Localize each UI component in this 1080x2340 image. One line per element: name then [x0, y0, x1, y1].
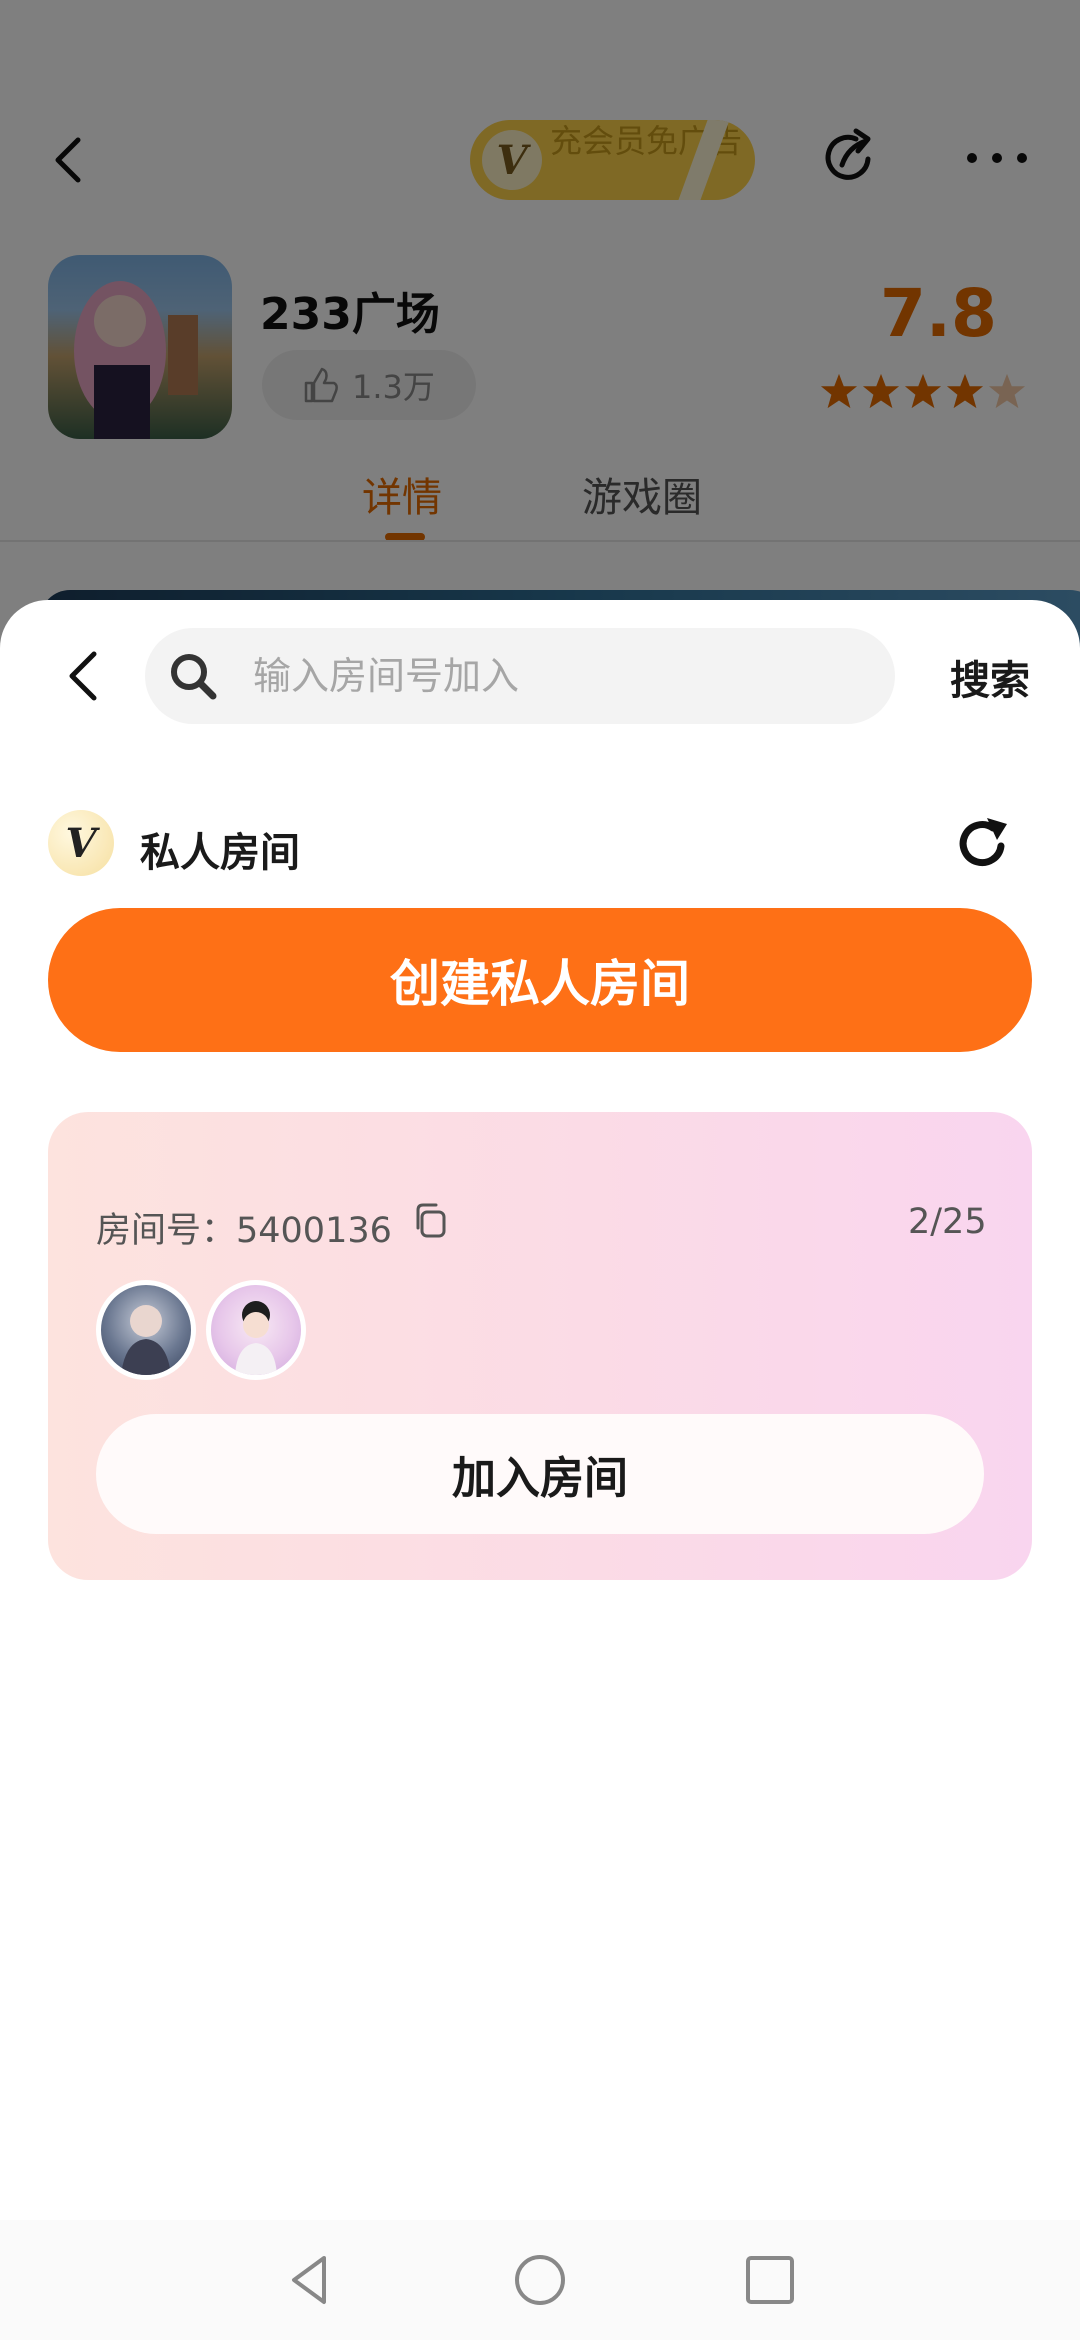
back-arrow-icon[interactable] [58, 646, 108, 706]
avatar-image [235, 1301, 277, 1375]
nav-home-icon[interactable] [510, 2250, 570, 2310]
system-nav-bar [0, 2220, 1080, 2340]
room-search-box [145, 628, 895, 724]
private-room-header: V 私人房间 [48, 810, 1038, 876]
refresh-icon[interactable] [953, 814, 1013, 874]
search-button[interactable]: 搜索 [950, 648, 1030, 706]
create-private-room-button[interactable]: 创建私人房间 [48, 908, 1032, 1052]
nav-back-icon[interactable] [280, 2250, 340, 2310]
copy-icon[interactable] [410, 1200, 450, 1240]
vip-badge-letter: V [65, 819, 97, 867]
vip-badge-icon: V [48, 810, 114, 876]
section-title: 私人房间 [140, 830, 300, 876]
avatar[interactable] [96, 1280, 196, 1380]
avatar[interactable] [206, 1280, 306, 1380]
nav-recent-icon[interactable] [740, 2250, 800, 2310]
room-id-label: 房间号：5400136 [96, 1211, 392, 1251]
room-number-input[interactable] [253, 628, 873, 724]
avatar-image [121, 1305, 171, 1375]
join-room-button[interactable]: 加入房间 [96, 1414, 984, 1534]
room-card: 房间号：5400136 2/25 加入房间 [48, 1112, 1032, 1580]
room-occupancy: 2/25 [908, 1202, 987, 1242]
search-icon [171, 654, 217, 700]
private-room-sheet: 搜索 V 私人房间 创建私人房间 房间号：5400136 2/25 [0, 600, 1080, 2220]
